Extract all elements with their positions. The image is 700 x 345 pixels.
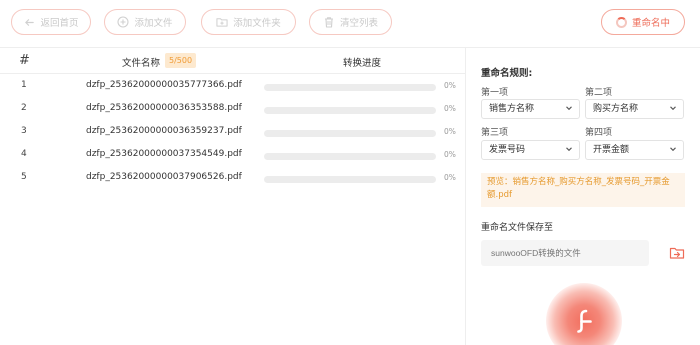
spinner-icon [615,16,627,28]
file-name: dzfp_25362000000036353588.pdf [86,103,242,113]
add-file-button[interactable]: 添加文件 [104,9,186,35]
progress-percent: 0% [444,104,456,113]
item-2-select[interactable]: 购买方名称 [585,99,684,119]
column-file-name: 文件名称 [122,58,161,69]
item-4-select[interactable]: 开票金额 [585,140,684,160]
item-1-label: 第一项 [481,88,509,98]
item-2-value: 购买方名称 [593,104,639,114]
file-name: dzfp_25362000000037354549.pdf [86,149,242,159]
chevron-down-icon [566,147,572,152]
row-number: 3 [21,126,27,136]
file-list-header: # 文件名称 5/500 转换进度 [0,48,465,74]
item-3-select[interactable]: 发票号码 [481,140,580,160]
app-logo-icon [577,309,592,333]
back-home-button[interactable]: 返回首页 [11,9,91,35]
table-row[interactable]: 2 dzfp_25362000000036353588.pdf 0% [0,98,465,121]
add-folder-label: 添加文件夹 [233,18,281,29]
rename-button[interactable]: 重命名中 [601,9,685,35]
file-name: dzfp_25362000000037906526.pdf [86,172,242,182]
item-4-label: 第四项 [585,128,613,138]
trash-icon [323,16,335,28]
item-1-value: 销售方名称 [489,104,535,114]
arrow-left-icon [23,16,35,28]
progress-bar [264,153,436,160]
row-number: 1 [21,80,27,90]
save-location-label: 重命名文件保存至 [481,223,554,233]
chevron-down-icon [566,106,572,111]
plus-circle-icon [117,16,130,28]
row-number: 4 [21,149,27,159]
row-number: 2 [21,103,27,113]
progress-bar [264,107,436,114]
item-3-value: 发票号码 [489,145,526,155]
progress-bar [264,176,436,183]
table-row[interactable]: 1 dzfp_25362000000035777366.pdf 0% [0,75,465,98]
table-row[interactable]: 4 dzfp_25362000000037354549.pdf 0% [0,144,465,167]
toolbar: 返回首页 添加文件 添加文件夹 清空列表 重命名中 [0,0,700,44]
row-number: 5 [21,172,27,182]
progress-percent: 0% [444,81,456,90]
clear-list-button[interactable]: 清空列表 [309,9,392,35]
file-count-badge: 5/500 [165,53,197,68]
progress-percent: 0% [444,127,456,136]
table-row[interactable]: 5 dzfp_25362000000037906526.pdf 0% [0,167,465,190]
progress-bar [264,84,436,91]
back-home-label: 返回首页 [40,18,79,29]
add-folder-button[interactable]: 添加文件夹 [201,9,296,35]
rename-preview: 预览：销售方名称_购买方名称_发票号码_开票金额.pdf [481,173,685,207]
file-name: dzfp_25362000000035777366.pdf [86,80,242,90]
progress-percent: 0% [444,173,456,182]
file-name: dzfp_25362000000036359237.pdf [86,126,242,136]
item-1-select[interactable]: 销售方名称 [481,99,580,119]
save-location-input[interactable] [481,240,649,266]
folder-plus-icon [216,16,228,28]
column-hash: # [19,53,30,68]
progress-bar [264,130,436,137]
folder-open-icon[interactable] [669,245,685,261]
item-2-label: 第二项 [585,88,613,98]
rename-rules-title: 重命名规则: [481,68,533,79]
table-row[interactable]: 3 dzfp_25362000000036359237.pdf 0% [0,121,465,144]
add-file-label: 添加文件 [134,18,173,29]
item-4-value: 开票金额 [593,145,630,155]
chevron-down-icon [670,147,676,152]
item-3-label: 第三项 [481,128,509,138]
progress-percent: 0% [444,150,456,159]
rename-label: 重命名中 [631,18,670,29]
column-progress: 转换进度 [343,58,382,69]
chevron-down-icon [670,106,676,111]
clear-list-label: 清空列表 [339,18,378,29]
